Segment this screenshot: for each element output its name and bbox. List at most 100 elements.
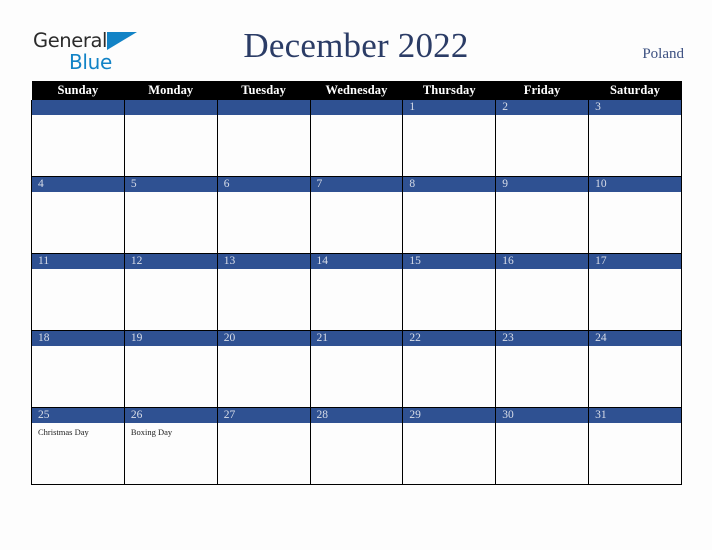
day-events — [32, 115, 123, 119]
day-number: 3 — [589, 100, 681, 115]
calendar-day-cell-9[interactable]: 9 — [495, 176, 590, 254]
day-events — [311, 115, 402, 119]
day-number: 30 — [496, 408, 588, 423]
day-events — [590, 192, 681, 196]
calendar-day-cell-16[interactable]: 16 — [495, 253, 590, 331]
day-events — [218, 192, 309, 196]
day-number: 21 — [311, 331, 402, 346]
calendar-day-cell-12[interactable]: 12 — [123, 253, 218, 331]
calendar-day-cell-29[interactable]: 29 — [402, 407, 497, 485]
day-events — [404, 115, 495, 119]
calendar-day-cell-22[interactable]: 22 — [402, 330, 497, 408]
calendar-day-cell-6[interactable]: 6 — [216, 176, 311, 254]
day-number: 28 — [311, 408, 402, 423]
day-events: Boxing Day — [125, 423, 216, 438]
calendar-day-cell-14[interactable]: 14 — [309, 253, 404, 331]
calendar-week-row: 18 19 20 21 22 23 24 — [31, 330, 682, 408]
day-number: 9 — [496, 177, 588, 192]
day-number: 5 — [125, 177, 217, 192]
day-events — [311, 423, 402, 427]
day-number: 19 — [125, 331, 217, 346]
day-number: 22 — [403, 331, 495, 346]
calendar-day-cell-21[interactable]: 21 — [309, 330, 404, 408]
day-number: 23 — [496, 331, 588, 346]
day-number — [218, 100, 310, 115]
calendar-day-cell-3[interactable]: 3 — [588, 100, 682, 177]
day-number: 1 — [403, 100, 495, 115]
calendar-day-cell-7[interactable]: 7 — [309, 176, 404, 254]
calendar-day-cell-8[interactable]: 8 — [402, 176, 497, 254]
weekday-header-wednesday: Wednesday — [310, 81, 403, 100]
calendar-day-cell-13[interactable]: 13 — [216, 253, 311, 331]
day-number: 7 — [311, 177, 402, 192]
day-events — [32, 269, 123, 273]
holiday-label: Christmas Day — [38, 427, 89, 437]
day-events — [218, 346, 309, 350]
day-number: 14 — [311, 254, 402, 269]
day-events — [497, 346, 588, 350]
calendar-day-cell-10[interactable]: 10 — [588, 176, 682, 254]
calendar-day-cell-1[interactable]: 1 — [402, 100, 497, 177]
calendar-day-cell-19[interactable]: 19 — [123, 330, 218, 408]
day-number: 27 — [218, 408, 310, 423]
calendar-day-cell-25[interactable]: 25 Christmas Day — [31, 407, 125, 485]
day-number: 10 — [589, 177, 681, 192]
calendar-day-cell-empty[interactable] — [309, 100, 404, 177]
day-events — [32, 346, 123, 350]
day-events — [404, 346, 495, 350]
day-number — [311, 100, 402, 115]
calendar-day-cell-30[interactable]: 30 — [495, 407, 590, 485]
day-events — [590, 346, 681, 350]
day-number: 24 — [589, 331, 681, 346]
country-label: Poland — [642, 46, 684, 62]
weekday-header-row: Sunday Monday Tuesday Wednesday Thursday Frid… — [31, 81, 682, 100]
calendar-day-cell-17[interactable]: 17 — [588, 253, 682, 331]
calendar-day-cell-empty[interactable] — [216, 100, 311, 177]
calendar-week-row: 4 5 6 7 8 9 10 — [31, 176, 682, 254]
day-number: 11 — [32, 254, 124, 269]
day-events — [218, 423, 309, 427]
day-number: 18 — [32, 331, 124, 346]
day-number: 20 — [218, 331, 310, 346]
calendar-day-cell-26[interactable]: 26 Boxing Day — [123, 407, 218, 485]
page-header: General Blue December 2022 Poland — [0, 0, 712, 78]
day-events — [125, 269, 216, 273]
day-events — [125, 115, 216, 119]
day-number: 26 — [125, 408, 217, 423]
calendar-day-cell-2[interactable]: 2 — [495, 100, 590, 177]
calendar-day-cell-empty[interactable] — [123, 100, 218, 177]
weekday-header-friday: Friday — [495, 81, 589, 100]
day-number: 25 — [32, 408, 124, 423]
calendar-day-cell-31[interactable]: 31 — [588, 407, 682, 485]
day-events — [311, 192, 402, 196]
calendar-day-cell-24[interactable]: 24 — [588, 330, 682, 408]
calendar-day-cell-23[interactable]: 23 — [495, 330, 590, 408]
weekday-header-saturday: Saturday — [588, 81, 682, 100]
weekday-header-monday: Monday — [124, 81, 218, 100]
calendar-day-cell-5[interactable]: 5 — [123, 176, 218, 254]
day-number: 8 — [403, 177, 495, 192]
weekday-header-sunday: Sunday — [31, 81, 125, 100]
calendar-day-cell-27[interactable]: 27 — [216, 407, 311, 485]
day-number: 29 — [403, 408, 495, 423]
day-number: 12 — [125, 254, 217, 269]
calendar-day-cell-28[interactable]: 28 — [309, 407, 404, 485]
calendar-day-cell-20[interactable]: 20 — [216, 330, 311, 408]
day-events — [218, 269, 309, 273]
calendar-page: General Blue December 2022 Poland Sunday… — [0, 0, 712, 550]
day-number: 15 — [403, 254, 495, 269]
calendar-day-cell-4[interactable]: 4 — [31, 176, 125, 254]
calendar-day-cell-15[interactable]: 15 — [402, 253, 497, 331]
day-number — [125, 100, 217, 115]
day-number: 13 — [218, 254, 310, 269]
calendar-day-cell-18[interactable]: 18 — [31, 330, 125, 408]
day-number: 31 — [589, 408, 681, 423]
day-events — [497, 423, 588, 427]
day-events — [404, 269, 495, 273]
calendar-day-cell-11[interactable]: 11 — [31, 253, 125, 331]
day-number: 2 — [496, 100, 588, 115]
day-events — [311, 269, 402, 273]
day-number: 17 — [589, 254, 681, 269]
calendar-day-cell-empty[interactable] — [31, 100, 125, 177]
calendar-grid: Sunday Monday Tuesday Wednesday Thursday Frid… — [31, 81, 682, 485]
